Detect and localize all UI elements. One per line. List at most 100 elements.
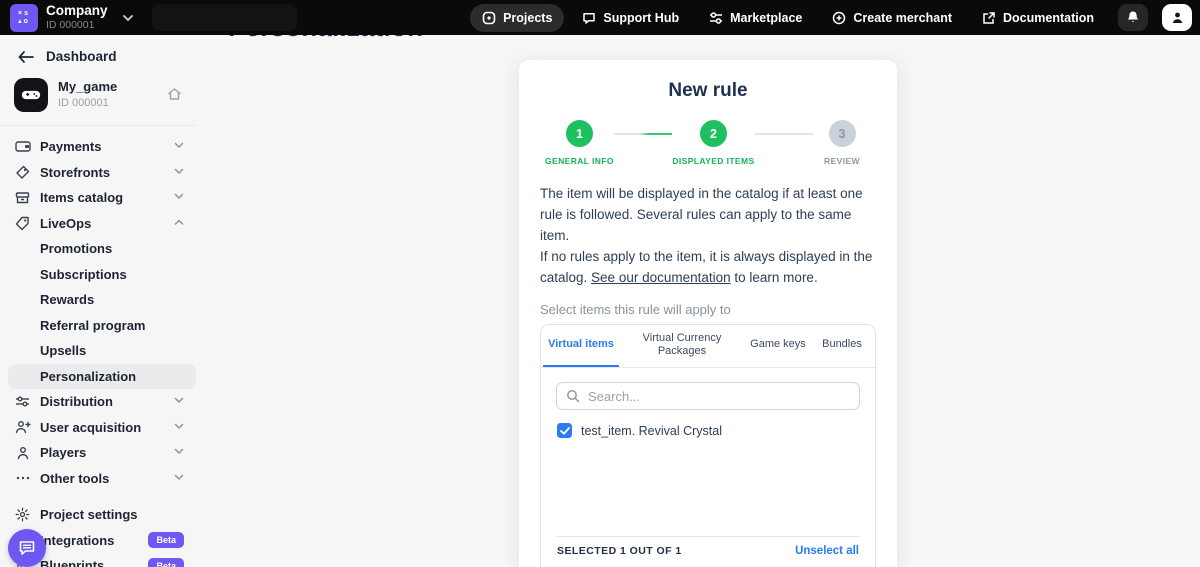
chevron-down-icon [174,397,184,404]
sidebar-item-liveops[interactable]: LiveOps [0,211,196,237]
chevron-down-icon [174,423,184,430]
logo-glyph: ×s▴o [18,10,30,25]
tab-game-keys[interactable]: Game keys [745,325,811,368]
select-items-label: Select items this rule will apply to [540,302,876,317]
chat-bubble-icon [18,540,36,556]
topbar: ×s▴o Company ID 000001 Projects Support … [0,0,1200,35]
sidebar-item-user-acquisition[interactable]: User acquisition [0,415,196,441]
sidebar-item-items-catalog[interactable]: Items catalog [0,185,196,211]
project-name: My_game [58,80,117,95]
create-merchant-label: Create merchant [853,11,952,25]
modal-title: New rule [519,80,897,102]
chevron-down-icon[interactable] [122,14,134,22]
ellipsis-icon [14,476,31,480]
tag-icon [14,216,31,231]
bell-icon [1126,10,1140,25]
step-connector [755,133,813,135]
sidebar-item-payments[interactable]: Payments [0,134,196,160]
sidebar-item-personalization[interactable]: Personalization [8,364,196,390]
chevron-down-icon [174,142,184,149]
sidebar-item-subscriptions[interactable]: Subscriptions [0,262,196,288]
marketplace-button[interactable]: Marketplace [697,4,814,32]
chevron-down-icon [174,193,184,200]
projects-icon [482,11,496,25]
company-id: ID 000001 [46,20,108,32]
plus-circle-icon [832,11,846,25]
step-connector [614,133,672,135]
sidebar-item-distribution[interactable]: Distribution [0,389,196,415]
topbar-loading-placeholder [152,4,297,31]
user-icon [1171,11,1184,25]
beta-badge: Beta [148,532,184,548]
sidebar-divider [0,125,196,126]
new-rule-modal: New rule 1 GENERAL INFO 2 DISPLAYED ITEM… [519,60,897,567]
items-panel: Virtual items Virtual Currency Packages … [540,324,876,567]
item-label: test_item. Revival Crystal [581,424,722,438]
tab-virtual-items[interactable]: Virtual items [543,325,619,368]
company-name: Company [46,4,108,19]
project-card[interactable]: My_game ID 000001 [14,78,196,112]
person-icon [14,446,31,460]
search-input[interactable] [556,382,860,410]
step-displayed-items[interactable]: 2 DISPLAYED ITEMS [672,120,754,166]
selection-footer: SELECTED 1 OUT OF 1 Unselect all [557,536,859,567]
xsolla-logo-icon[interactable]: ×s▴o [10,4,38,32]
dashboard-label: Dashboard [46,49,117,64]
chevron-down-icon [174,448,184,455]
gear-icon [14,507,31,522]
sidebar-item-other-tools[interactable]: Other tools [0,466,196,492]
sidebar: Dashboard My_game ID 000001 Payments [0,35,196,567]
wallet-icon [14,140,31,153]
item-checkbox-checked[interactable] [557,423,572,438]
sidebar-item-referral-program[interactable]: Referral program [0,313,196,339]
documentation-label: Documentation [1003,11,1094,25]
chevron-up-icon [174,219,184,226]
notifications-button[interactable] [1118,4,1148,31]
chat-widget-button[interactable] [8,529,46,567]
projects-button[interactable]: Projects [470,4,564,32]
sliders-icon [709,11,723,25]
step-general-info[interactable]: 1 GENERAL INFO [545,120,614,166]
company-switcher[interactable]: Company ID 000001 [46,4,108,31]
sidebar-item-storefronts[interactable]: Storefronts [0,160,196,186]
home-icon[interactable] [167,87,182,101]
menu-gap [0,491,196,502]
sidebar-item-players[interactable]: Players [0,440,196,466]
support-hub-button[interactable]: Support Hub [570,4,691,32]
documentation-link[interactable]: See our documentation [591,270,731,285]
support-hub-label: Support Hub [603,11,679,25]
create-merchant-button[interactable]: Create merchant [820,4,964,32]
sidebar-item-project-settings[interactable]: Project settings [0,502,196,528]
user-plus-icon [14,420,31,434]
documentation-button[interactable]: Documentation [970,4,1106,32]
tab-bundles[interactable]: Bundles [811,325,873,368]
gamepad-icon [14,78,48,112]
external-link-icon [982,11,996,25]
sliders-icon [14,395,31,408]
selected-count: SELECTED 1 OUT OF 1 [557,545,682,557]
archive-box-icon [14,191,31,205]
step-review[interactable]: 3 REVIEW [813,120,871,166]
list-item: test_item. Revival Crystal [541,410,875,438]
stepper: 1 GENERAL INFO 2 DISPLAYED ITEMS 3 REVIE… [545,120,871,166]
unselect-all-link[interactable]: Unselect all [795,545,859,557]
chat-bubble-icon [582,11,596,25]
sidebar-item-upsells[interactable]: Upsells [0,338,196,364]
account-button[interactable] [1162,4,1192,31]
back-to-dashboard[interactable]: Dashboard [0,35,196,64]
tab-virtual-currency-packages[interactable]: Virtual Currency Packages [619,325,745,368]
marketplace-label: Marketplace [730,11,802,25]
projects-label: Projects [503,11,552,25]
sidebar-item-promotions[interactable]: Promotions [0,236,196,262]
beta-badge: Beta [148,558,184,567]
storefront-icon [14,165,31,180]
project-id: ID 000001 [58,97,117,110]
sidebar-item-rewards[interactable]: Rewards [0,287,196,313]
topbar-nav: Projects Support Hub Marketplace Create … [470,4,1192,32]
search-wrap [541,368,875,410]
item-type-tabs: Virtual items Virtual Currency Packages … [541,325,875,369]
rule-description: The item will be displayed in the catalo… [540,184,876,289]
chevron-down-icon [174,474,184,481]
sidebar-menu: Payments Storefronts Items catalog [0,132,196,567]
panel-spacer [541,438,875,536]
